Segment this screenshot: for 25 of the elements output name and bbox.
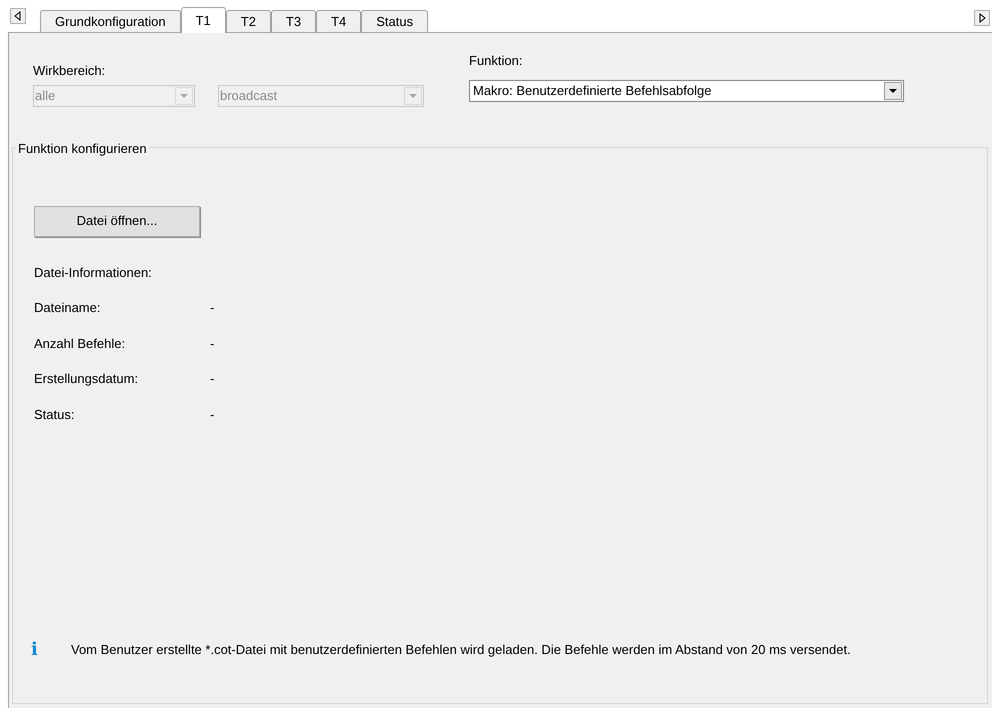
scroll-left-button[interactable] — [10, 8, 26, 24]
dropdown[interactable]: Makro: Benutzerdefinierte Befehlsabfolge — [469, 80, 904, 102]
field-label: Anzahl Befehle: — [34, 334, 126, 352]
tab[interactable]: T2 — [226, 10, 271, 32]
tab[interactable]: Status — [361, 10, 428, 32]
function-label: Funktion: — [469, 52, 524, 70]
tab[interactable]: T3 — [270, 10, 316, 32]
field-value: - — [210, 299, 214, 317]
right-triangle-icon — [978, 13, 986, 23]
field-label: Status: — [34, 406, 76, 424]
scroll-right-button[interactable] — [974, 10, 990, 26]
tab[interactable]: T4 — [316, 10, 362, 32]
field-label: Erstellungsdatum: — [34, 370, 140, 388]
open-file-button[interactable]: Datei öffnen... — [34, 206, 200, 236]
field-label: Dateiname: — [34, 299, 102, 317]
field-value: - — [210, 406, 214, 424]
left-triangle-icon — [14, 11, 22, 21]
scope-label: Wirkbereich: — [33, 62, 106, 80]
field-value: - — [210, 334, 214, 352]
file-info-heading: Datei-Informationen: — [34, 264, 153, 282]
tab[interactable]: T1 — [180, 7, 226, 33]
info-icon: i — [31, 641, 71, 659]
tab[interactable]: Grundkonfiguration — [40, 10, 181, 32]
info-note: Vom Benutzer erstellte *.cot-Datei mit benutzerdefinierten Befehlen wird geladen. Die Befehle werden im Abstand von 20 ms versendet. — [71, 641, 851, 658]
field-value: - — [210, 370, 214, 388]
